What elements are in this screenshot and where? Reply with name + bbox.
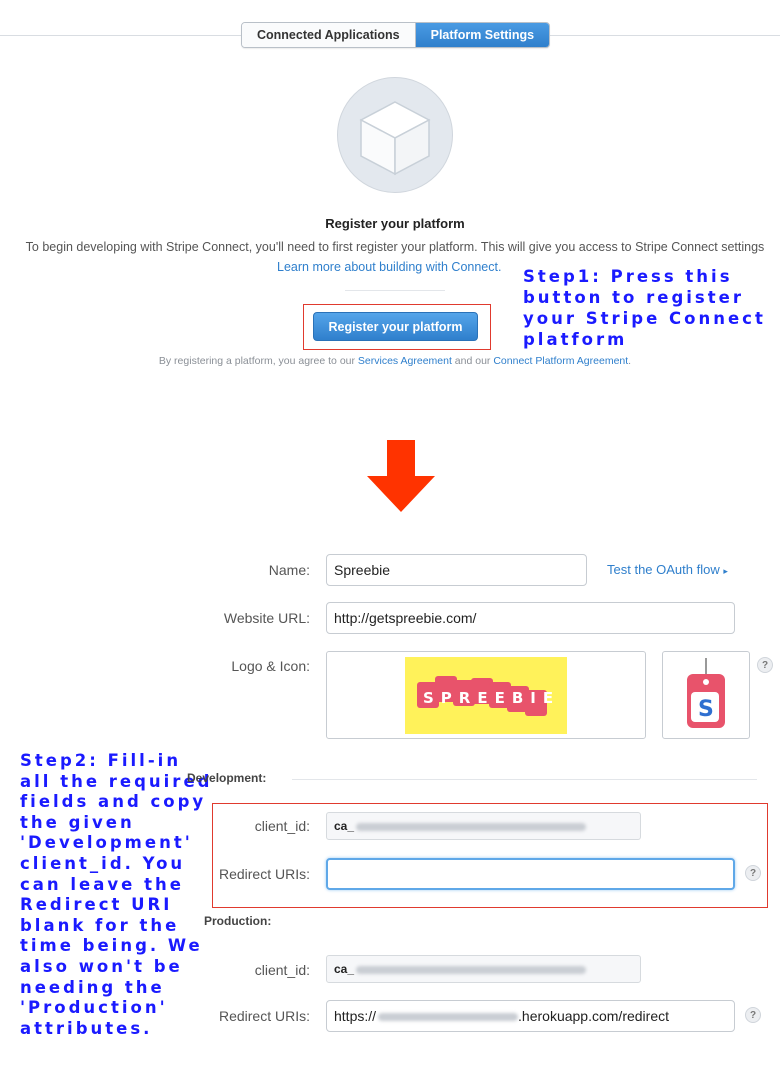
development-title: Development: (187, 771, 267, 785)
logo-text: SPREEBIE (423, 689, 560, 707)
logo-icon-label: Logo & Icon: (231, 658, 310, 674)
tab-platform-settings[interactable]: Platform Settings (415, 23, 550, 47)
spreebie-icon: S (687, 658, 725, 728)
prod-client-id-label: client_id: (254, 962, 310, 978)
icon-upload[interactable]: S (662, 651, 750, 739)
prod-redirect-prefix: https:// (334, 1008, 377, 1024)
icon-text: S (698, 697, 714, 722)
learn-more-link[interactable]: Learn more about building with Connect. (277, 260, 501, 274)
spreebie-logo: SPREEBIE (405, 657, 567, 734)
tab-connected-applications[interactable]: Connected Applications (242, 23, 416, 47)
step2-annotation: Step2: Fill-in all the required fields a… (20, 751, 213, 1038)
help-icon[interactable]: ? (745, 865, 761, 881)
platform-cube-icon (337, 77, 453, 193)
agreement-prefix: By registering a platform, you agree to … (158, 355, 358, 367)
help-icon[interactable]: ? (745, 1007, 761, 1023)
test-oauth-link[interactable]: Test the OAuth flow ▸ (607, 562, 728, 577)
redacted-value (356, 822, 587, 831)
prod-redirect-uris-input[interactable]: https:// .herokuapp.com/redirect (326, 1000, 735, 1032)
agreement-middle: and our (451, 355, 494, 367)
register-title: Register your platform (325, 216, 465, 231)
dev-client-id-field[interactable]: ca_ (326, 812, 641, 840)
dev-client-id-prefix: ca_ (334, 819, 355, 833)
register-description: To begin developing with Stripe Connect,… (25, 240, 765, 254)
register-platform-button[interactable]: Register your platform (313, 312, 478, 341)
redacted-value (378, 1013, 519, 1022)
website-url-input[interactable]: http://getspreebie.com/ (326, 602, 735, 634)
production-title: Production: (204, 914, 272, 928)
development-divider (292, 779, 757, 780)
services-agreement-link[interactable]: Services Agreement (358, 355, 452, 367)
step1-annotation: Step1: Press this button to register you… (523, 267, 766, 349)
prod-client-id-prefix: ca_ (334, 962, 355, 976)
dev-client-id-label: client_id: (254, 818, 310, 834)
website-label: Website URL: (223, 610, 310, 626)
prod-redirect-suffix: .herokuapp.com/redirect (518, 1008, 669, 1024)
caret-right-icon: ▸ (723, 566, 728, 576)
agreement-text: By registering a platform, you agree to … (0, 355, 780, 367)
help-icon[interactable]: ? (757, 657, 773, 673)
prod-redirect-label: Redirect URIs: (218, 1008, 310, 1024)
down-arrow-icon (365, 440, 437, 512)
connect-platform-agreement-link[interactable]: Connect Platform Agreement (493, 355, 628, 367)
test-oauth-label: Test the OAuth flow (607, 562, 720, 577)
dev-redirect-uris-input[interactable] (326, 858, 735, 890)
agreement-suffix: . (628, 355, 632, 367)
name-label: Name: (268, 562, 310, 578)
settings-tabs: Connected Applications Platform Settings (241, 22, 551, 48)
redacted-value (356, 965, 587, 974)
name-input[interactable]: Spreebie (326, 554, 587, 586)
divider (345, 290, 445, 291)
prod-client-id-field[interactable]: ca_ (326, 955, 641, 983)
logo-upload[interactable]: SPREEBIE (326, 651, 646, 739)
dev-redirect-label: Redirect URIs: (218, 866, 310, 882)
